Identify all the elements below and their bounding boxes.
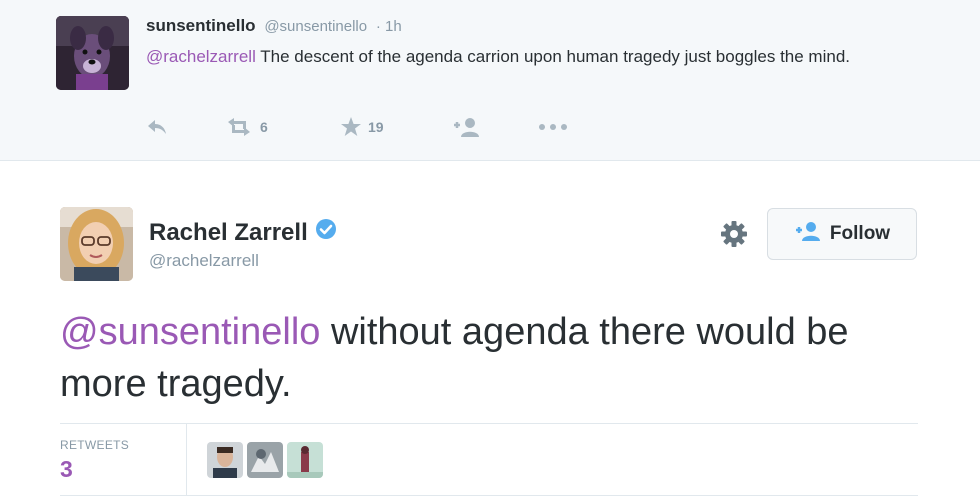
author-handle[interactable]: @rachelzarrell — [149, 251, 259, 271]
reply-icon — [146, 118, 168, 136]
retweeter-avatar[interactable] — [247, 442, 283, 478]
author-avatar[interactable] — [60, 207, 133, 281]
retweeter-avatar[interactable] — [207, 442, 243, 478]
reply-body-text: The descent of the agenda carrion upon h… — [255, 47, 850, 66]
follow-label: Follow — [829, 223, 891, 244]
retweet-button[interactable]: 6 — [224, 114, 268, 140]
stats-divider-top — [60, 423, 918, 424]
reply-button[interactable] — [146, 114, 168, 140]
favorite-button[interactable]: 19 — [340, 114, 384, 140]
gear-icon — [718, 221, 750, 254]
follow-user-icon — [794, 221, 822, 247]
retweet-icon — [224, 118, 254, 136]
verified-badge-icon — [315, 218, 337, 247]
reply-author-handle[interactable]: @sunsentinello — [264, 18, 367, 35]
retweets-count[interactable]: 3 — [60, 456, 73, 483]
more-dots-icon — [538, 123, 568, 131]
reply-avatar[interactable] — [56, 16, 129, 90]
retweeter-avatars — [207, 442, 323, 478]
retweeter-avatar[interactable] — [287, 442, 323, 478]
stats-divider-bottom — [60, 495, 918, 496]
reply-mention-link[interactable]: @rachelzarrell — [146, 47, 256, 66]
retweet-count: 6 — [260, 119, 268, 135]
reply-author-name[interactable]: sunsentinello — [146, 16, 256, 35]
reply-tweet: sunsentinello @sunsentinello · 1h @rache… — [0, 0, 980, 161]
tweet-body: @sunsentinello without agenda there woul… — [60, 306, 920, 410]
author-name-row: Rachel Zarrell — [149, 218, 337, 247]
star-icon — [340, 117, 362, 137]
reply-timestamp[interactable]: · 1h — [376, 18, 402, 35]
reply-body: @rachelzarrell The descent of the agenda… — [146, 44, 886, 70]
reply-header: sunsentinello @sunsentinello · 1h — [146, 16, 402, 36]
settings-button[interactable] — [718, 218, 750, 250]
follow-user-icon — [452, 117, 482, 137]
stats-divider-vertical — [186, 424, 187, 495]
tweet-mention-link[interactable]: @sunsentinello — [60, 311, 320, 353]
follow-button[interactable]: Follow — [767, 208, 917, 260]
favorite-count: 19 — [368, 119, 384, 135]
more-button[interactable] — [538, 114, 568, 140]
retweets-label: RETWEETS — [60, 438, 130, 452]
author-name[interactable]: Rachel Zarrell — [149, 219, 308, 247]
follow-user-action[interactable] — [452, 114, 482, 140]
